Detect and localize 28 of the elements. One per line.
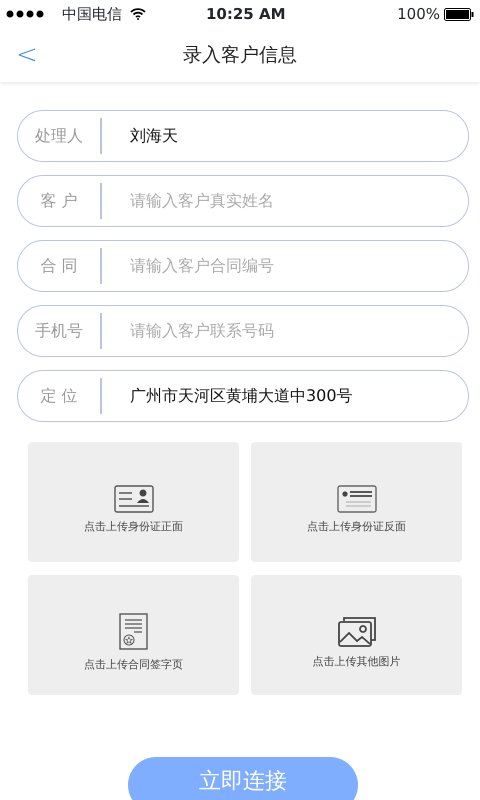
upload-tile[interactable]: 点击上传身份证反面 [251, 442, 462, 562]
signal-icon [6, 10, 46, 18]
upload-tile[interactable]: 点击上传其他图片 [251, 575, 462, 695]
text-input[interactable]: 请输入客户合同编号 [128, 253, 468, 279]
upload-tile[interactable]: 点击上传合同签字页 [28, 575, 239, 695]
text-input[interactable]: 请输入客户联系号码 [128, 318, 468, 344]
input-field[interactable]: 定 位 广州市天河区黄埔大道中300号 [17, 370, 469, 422]
field-label: 定 位 [18, 378, 102, 414]
wifi-icon [130, 8, 146, 20]
battery-icon [444, 8, 474, 20]
input-field[interactable]: 处理人 刘海天 [17, 110, 469, 162]
id-card-icon [114, 486, 154, 513]
field-label: 处理人 [18, 118, 102, 154]
text-input[interactable]: 刘海天 [128, 123, 468, 149]
upload-tile[interactable]: 点击上传身份证正面 [28, 442, 239, 562]
page-title: 录入客户信息 [183, 42, 297, 68]
certificate-icon [118, 614, 148, 650]
field-label: 客 户 [18, 183, 102, 219]
back-button[interactable]: < [8, 42, 46, 68]
carrier-name: 中国电信 [62, 4, 122, 25]
status-time: 10:25 AM [206, 4, 286, 25]
text-input[interactable]: 广州市天河区黄埔大道中300号 [128, 383, 468, 409]
field-label: 手机号 [18, 313, 102, 349]
field-label: 合 同 [18, 248, 102, 284]
text-input[interactable]: 请输入客户真实姓名 [128, 188, 468, 214]
card-back-icon [336, 486, 376, 513]
battery-percent: 100% [397, 4, 440, 25]
images-icon [338, 617, 376, 648]
